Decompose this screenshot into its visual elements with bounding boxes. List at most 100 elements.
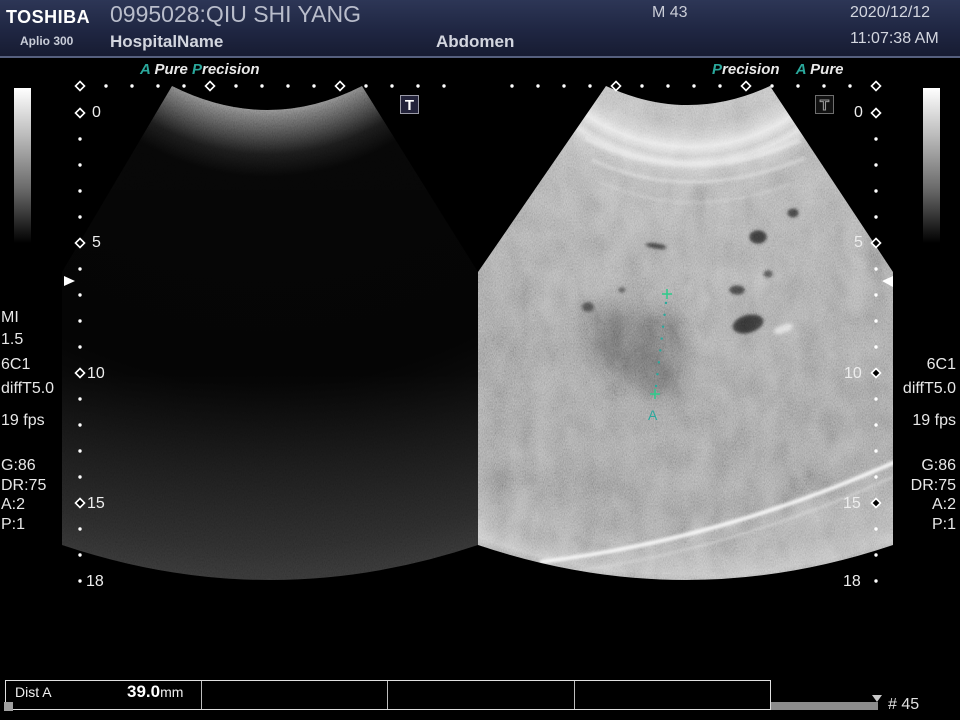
mode-word-pure: Pure: [154, 61, 188, 78]
param-transducer: 6C1: [1, 356, 31, 373]
depth-marker-diamond: [740, 80, 752, 92]
depth-tick-dot: [260, 84, 264, 88]
depth-label-left: 5: [92, 234, 101, 251]
depth-tick-dot: [78, 189, 82, 193]
measurement-cell-empty: [201, 681, 388, 709]
depth-tick-dot: [874, 319, 878, 323]
mode-word-pure: Pure: [810, 61, 844, 78]
depth-tick-dot: [78, 397, 82, 401]
mode-letter-a: A: [795, 61, 806, 78]
mode-word-precision: Precision: [712, 61, 780, 78]
cine-position-pointer-icon[interactable]: [872, 695, 882, 702]
cine-scroll-thumb[interactable]: [4, 702, 13, 711]
param-mi-value: 1.5: [1, 331, 24, 348]
measurement-value-group: 39.0mm: [127, 683, 183, 700]
depth-tick-dot: [588, 84, 592, 88]
ultrasound-screen: TOSHIBA Aplio 300 0995028:QIU SHI YANG H…: [0, 0, 960, 720]
param-gain: G:86: [921, 457, 956, 474]
depth-label-right: 15: [843, 495, 861, 512]
depth-label-left: 18: [86, 573, 104, 590]
depth-tick-dot: [874, 553, 878, 557]
depth-tick-dot: [182, 84, 186, 88]
depth-tick-dot: [874, 163, 878, 167]
param-frame-rate: 19 fps: [1, 412, 45, 429]
measurement-value: 39.0: [127, 682, 161, 701]
caliper-dot: [654, 384, 658, 388]
caliper-dot: [663, 313, 666, 317]
measurement-result-table: Dist A 39.0mm: [5, 680, 771, 710]
cine-frame-number: # 45: [888, 696, 920, 713]
depth-tick-dot: [874, 215, 878, 219]
param-a: A:2: [931, 496, 956, 513]
depth-tick-dot: [874, 475, 878, 479]
depth-tick-dot: [770, 84, 774, 88]
depth-marker-diamond: [870, 107, 882, 119]
measurement-label: Dist A: [15, 684, 52, 700]
depth-tick-dot: [562, 84, 566, 88]
depth-marker-diamond: [204, 80, 216, 92]
measurement-cell-empty: [575, 681, 770, 709]
depth-tick-dot: [78, 449, 82, 453]
depth-tick-dot: [848, 84, 852, 88]
transducer-t-icon-inactive: T: [815, 95, 834, 115]
caliper-dot: [664, 301, 668, 305]
mode-letter-a: A: [140, 61, 151, 78]
right-ultrasound-sector: [478, 86, 893, 580]
depth-tick-dot: [874, 527, 878, 531]
depth-tick-dot: [416, 84, 420, 88]
depth-tick-dot: [536, 84, 540, 88]
depth-tick-dot: [78, 553, 82, 557]
depth-tick-dot: [78, 345, 82, 349]
caliper-dot: [660, 337, 663, 340]
caliper-marker-label: A: [648, 407, 658, 423]
depth-tick-dot: [130, 84, 134, 88]
param-mi-label: MI: [1, 309, 19, 326]
depth-label-left: 15: [87, 495, 105, 512]
depth-tick-dot: [104, 84, 108, 88]
depth-tick-dot: [874, 449, 878, 453]
depth-tick-dot: [286, 84, 290, 88]
depth-label-right: 18: [843, 573, 861, 590]
transducer-t-icon-active: T: [400, 95, 419, 114]
param-dynamic-range: DR:75: [1, 477, 47, 494]
gray-scale-bar-left: [14, 88, 31, 243]
depth-tick-dot: [78, 423, 82, 427]
depth-label-left: 0: [92, 104, 101, 121]
depth-label-left: 10: [87, 365, 105, 382]
depth-label-right: 5: [854, 234, 863, 251]
depth-tick-dot: [364, 84, 368, 88]
imaging-mode-label-right: Precision A Pure: [712, 62, 844, 77]
caliper-dot: [659, 349, 662, 352]
depth-tick-dot: [692, 84, 696, 88]
depth-marker-diamond: [334, 80, 346, 92]
depth-tick-dot: [874, 579, 878, 583]
depth-tick-dot: [442, 84, 446, 88]
depth-tick-dot: [874, 189, 878, 193]
caliper-dot: [656, 372, 659, 376]
depth-tick-dot: [78, 293, 82, 297]
measurement-unit: mm: [160, 684, 184, 700]
depth-tick-dot: [510, 84, 514, 88]
caliper-dot: [661, 325, 665, 328]
right-speckle-texture: [478, 86, 893, 580]
depth-tick-dot: [156, 84, 160, 88]
left-far-field-texture: [62, 360, 478, 580]
depth-marker-diamond: [870, 80, 882, 92]
depth-tick-dot: [874, 293, 878, 297]
depth-marker-diamond: [74, 80, 86, 92]
depth-label-right: 10: [844, 365, 862, 382]
depth-marker-diamond: [74, 107, 86, 119]
depth-tick-dot: [718, 84, 722, 88]
depth-tick-dot: [666, 84, 670, 88]
depth-tick-dot: [78, 163, 82, 167]
measurement-cell-empty: [388, 681, 575, 709]
depth-tick-dot: [874, 267, 878, 271]
depth-label-right: 0: [854, 104, 863, 121]
param-p: P:1: [931, 516, 956, 533]
left-near-field-texture: [62, 86, 478, 190]
depth-tick-dot: [822, 84, 826, 88]
depth-tick-dot: [874, 423, 878, 427]
measurement-cell: Dist A 39.0mm: [6, 681, 202, 709]
caliper-dot: [657, 361, 661, 364]
imaging-mode-label-left: A Pure Precision: [140, 62, 260, 77]
